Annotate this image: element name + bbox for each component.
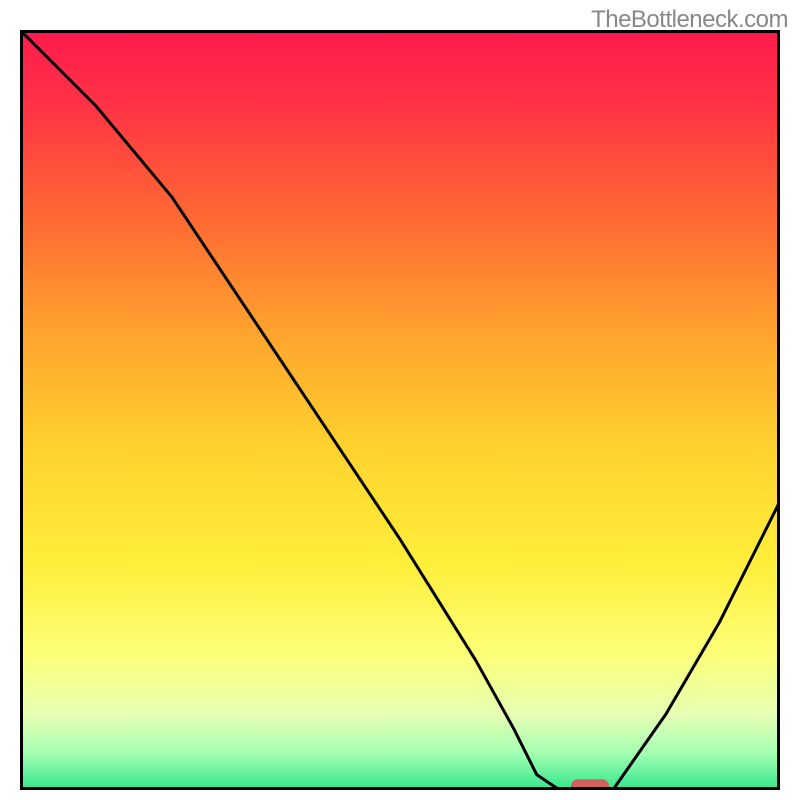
plot-frame bbox=[20, 30, 780, 790]
plot-background bbox=[20, 30, 780, 790]
chart-container: TheBottleneck.com bbox=[0, 0, 800, 800]
bottleneck-plot bbox=[20, 30, 780, 790]
watermark-text: TheBottleneck.com bbox=[591, 6, 788, 34]
